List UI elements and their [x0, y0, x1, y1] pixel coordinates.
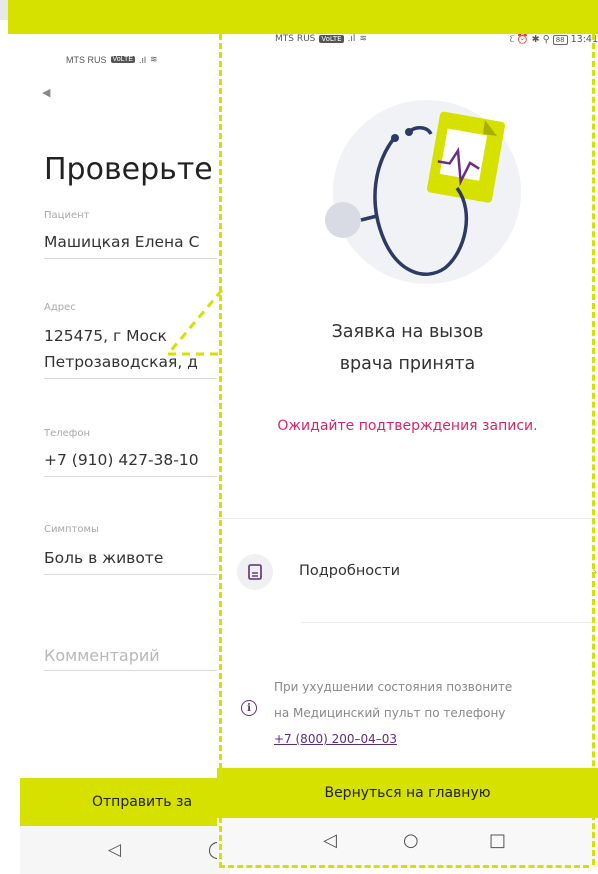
battery-icon: 88 — [552, 34, 568, 45]
stethoscope-document-icon — [325, 100, 521, 284]
status-icons: ᦷ ⏰ ✱ ⚲ — [509, 34, 550, 45]
wifi-icon: ≋ — [150, 54, 158, 64]
confirm-screen: MTS RUS VoLTE .ıl ≋ ◀ Проверьте д Пациен… — [20, 34, 230, 874]
symptoms-underline — [44, 574, 230, 575]
success-title-line2: врача принята — [339, 354, 476, 374]
nav-bar: ◁ ◯ — [20, 826, 230, 874]
status-bar-left: MTS RUS VoLTE .ıl ≋ — [66, 54, 158, 65]
hotline-phone-link[interactable]: +7 (800) 200–04–03 — [274, 726, 512, 752]
volte-badge: VoLTE — [110, 56, 135, 63]
highlight-frame — [8, 0, 598, 34]
success-title: Заявка на вызов врача принята — [217, 316, 598, 380]
success-screen: MTS RUS VoLTE .ıl ≋ ᦷ ⏰ ✱ ⚲ 88 13:41 Зая… — [217, 34, 598, 868]
symptoms-value[interactable]: Боль в животе — [44, 546, 163, 570]
chevron-right-icon: › — [591, 562, 598, 581]
phone-underline — [44, 476, 230, 477]
status-bar-left: MTS RUS VoLTE .ıl ≋ — [275, 34, 367, 44]
info-text: При ухудшении состояния позвоните на Мед… — [274, 674, 512, 752]
back-triangle-icon[interactable]: ◀ — [42, 86, 50, 99]
status-bar-right: ᦷ ⏰ ✱ ⚲ 88 13:41 — [510, 34, 598, 45]
address-underline — [44, 378, 230, 379]
info-line1: При ухудшении состояния позвоните — [274, 680, 513, 694]
carrier-label: MTS RUS — [275, 34, 316, 44]
nav-back-icon[interactable]: ◁ — [108, 840, 121, 860]
carrier-label: MTS RUS — [66, 54, 107, 65]
comment-input[interactable]: Комментарий — [44, 646, 160, 665]
wifi-icon: ≋ — [359, 34, 367, 44]
phone-label: Телефон — [44, 428, 91, 439]
divider — [217, 518, 598, 519]
phone-value[interactable]: +7 (910) 427-38-10 — [44, 448, 199, 472]
send-button[interactable]: Отправить за — [20, 778, 230, 826]
nav-recent-icon[interactable]: □ — [489, 830, 506, 851]
comment-underline — [44, 670, 230, 671]
return-home-button[interactable]: Вернуться на главную — [217, 768, 598, 818]
signal-icon: .ıl — [347, 34, 356, 44]
details-row[interactable]: Подробности › — [217, 544, 598, 606]
signal-icon: .ıl — [139, 54, 147, 65]
document-icon — [237, 554, 273, 590]
patient-value[interactable]: Машицкая Елена С — [44, 230, 199, 254]
wait-message: Ожидайте подтверждения записи. — [277, 418, 538, 434]
nav-back-icon[interactable]: ◁ — [323, 830, 337, 851]
address-label: Адрес — [44, 302, 76, 313]
nav-bar: ◁ ○ □ — [217, 818, 598, 868]
clock: 13:41 — [570, 34, 598, 45]
page-title: Проверьте д — [44, 152, 230, 187]
info-icon: i — [241, 700, 257, 716]
patient-label: Пациент — [44, 210, 90, 221]
success-title-line1: Заявка на вызов — [331, 322, 484, 342]
address-value[interactable]: 125475, г Моск — [44, 324, 167, 348]
volte-badge: VoLTE — [319, 35, 344, 43]
details-label: Подробности — [299, 563, 401, 579]
divider — [301, 622, 598, 623]
info-line2: на Медицинский пульт по телефону — [274, 706, 506, 720]
patient-underline — [44, 258, 230, 259]
nav-home-icon[interactable]: ○ — [403, 830, 419, 851]
address-value-line2[interactable]: Петрозаводская, д — [44, 350, 198, 374]
symptoms-label: Симптомы — [44, 524, 99, 535]
